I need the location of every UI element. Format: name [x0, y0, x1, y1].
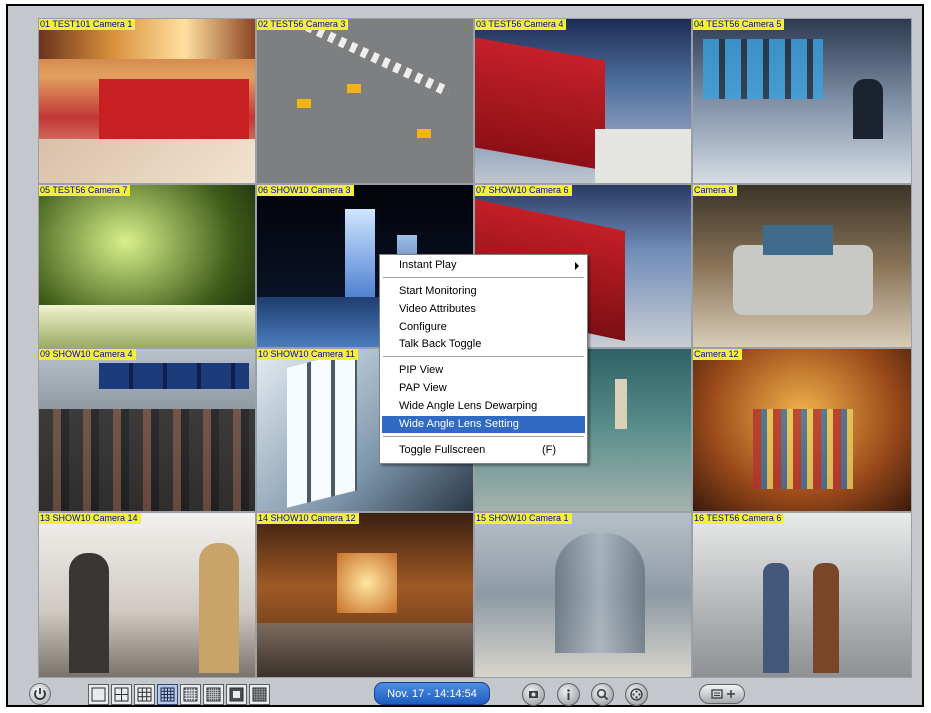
- datetime-display: Nov. 17 - 14:14:54: [374, 682, 490, 705]
- camera-label: 10 SHOW10 Camera 11: [257, 349, 358, 360]
- menu-item-video-attributes[interactable]: Video Attributes: [382, 301, 585, 318]
- camera-cell[interactable]: 16 TEST56 Camera 6: [692, 512, 912, 678]
- camera-cell[interactable]: 15 SHOW10 Camera 1: [474, 512, 692, 678]
- camera-label: 05 TEST56 Camera 7: [39, 185, 131, 196]
- camera-label: 16 TEST56 Camera 6: [693, 513, 785, 524]
- camera-label: 02 TEST56 Camera 3: [257, 19, 349, 30]
- menu-item-label: Configure: [399, 321, 447, 333]
- menu-item-label: Instant Play: [399, 259, 457, 271]
- layout-6x6-button[interactable]: [203, 684, 224, 705]
- layout-4x4-button[interactable]: [157, 684, 178, 705]
- camera-cell[interactable]: 03 TEST56 Camera 4: [474, 18, 692, 184]
- snapshot-icon[interactable]: [522, 683, 545, 706]
- camera-cell[interactable]: 14 SHOW10 Camera 12: [256, 512, 474, 678]
- film-reel-icon[interactable]: [625, 683, 648, 706]
- layout-8x8-button[interactable]: [249, 684, 270, 705]
- menu-item-pip-view[interactable]: PIP View: [382, 362, 585, 379]
- camera-cell[interactable]: 01 TEST101 Camera 1: [38, 18, 256, 184]
- menu-item-label: Video Attributes: [399, 303, 476, 315]
- menu-separator: [383, 277, 584, 279]
- menu-item-wide-angle-setting[interactable]: Wide Angle Lens Setting: [382, 416, 585, 433]
- menu-item-configure[interactable]: Configure: [382, 319, 585, 336]
- layout-1plus5-button[interactable]: [226, 684, 247, 705]
- menu-item-label: Wide Angle Lens Setting: [399, 418, 519, 430]
- camera-label: 13 SHOW10 Camera 14: [39, 513, 141, 524]
- layout-5x5-button[interactable]: [180, 684, 201, 705]
- camera-label: 14 SHOW10 Camera 12: [257, 513, 359, 524]
- menu-separator: [383, 436, 584, 438]
- menu-item-pap-view[interactable]: PAP View: [382, 380, 585, 397]
- camera-sequence-icon[interactable]: [699, 684, 745, 704]
- context-menu: Instant Play Start Monitoring Video Attr…: [379, 254, 588, 464]
- camera-label: 15 SHOW10 Camera 1: [475, 513, 572, 524]
- menu-separator: [383, 356, 584, 358]
- camera-cell[interactable]: 13 SHOW10 Camera 14: [38, 512, 256, 678]
- camera-cell[interactable]: Camera 12: [692, 348, 912, 512]
- camera-label: 01 TEST101 Camera 1: [39, 19, 136, 30]
- menu-item-label: PIP View: [399, 364, 444, 376]
- menu-item-label: Talk Back Toggle: [399, 338, 482, 350]
- menu-item-label: Wide Angle Lens Dewarping: [399, 400, 538, 412]
- menu-item-label: PAP View: [399, 382, 447, 394]
- layout-3x3-button[interactable]: [134, 684, 155, 705]
- menu-item-start-monitoring[interactable]: Start Monitoring: [382, 283, 585, 300]
- camera-label: 09 SHOW10 Camera 4: [39, 349, 136, 360]
- menu-item-label: Start Monitoring: [399, 285, 477, 297]
- menu-shortcut: (F): [542, 444, 557, 456]
- camera-cell[interactable]: 04 TEST56 Camera 5: [692, 18, 912, 184]
- layout-1x1-button[interactable]: [88, 684, 109, 705]
- camera-cell[interactable]: 09 SHOW10 Camera 4: [38, 348, 256, 512]
- layout-2x2-button[interactable]: [111, 684, 132, 705]
- menu-item-wide-angle-dewarping[interactable]: Wide Angle Lens Dewarping: [382, 398, 585, 415]
- bottom-toolbar: Nov. 17 - 14:14:54: [8, 678, 922, 707]
- camera-cell[interactable]: Camera 8: [692, 184, 912, 348]
- submenu-arrow-icon: [575, 262, 579, 270]
- camera-label: 03 TEST56 Camera 4: [475, 19, 567, 30]
- menu-item-label: Toggle Fullscreen: [399, 444, 486, 456]
- power-icon[interactable]: [29, 683, 51, 705]
- camera-label: 06 SHOW10 Camera 3: [257, 185, 354, 196]
- camera-label: Camera 8: [693, 185, 737, 196]
- menu-item-talk-back-toggle[interactable]: Talk Back Toggle: [382, 336, 585, 353]
- search-icon[interactable]: [591, 683, 614, 706]
- menu-item-instant-play[interactable]: Instant Play: [382, 257, 585, 274]
- info-icon[interactable]: [557, 683, 580, 706]
- camera-label: 07 SHOW10 Camera 6: [475, 185, 572, 196]
- app-window: 01 TEST101 Camera 1 02 TEST56 Camera 3 0…: [6, 4, 924, 707]
- camera-label: Camera 12: [693, 349, 742, 360]
- camera-label: 04 TEST56 Camera 5: [693, 19, 785, 30]
- menu-item-toggle-fullscreen[interactable]: Toggle Fullscreen (F): [382, 442, 585, 459]
- camera-cell[interactable]: 02 TEST56 Camera 3: [256, 18, 474, 184]
- camera-cell[interactable]: 05 TEST56 Camera 7: [38, 184, 256, 348]
